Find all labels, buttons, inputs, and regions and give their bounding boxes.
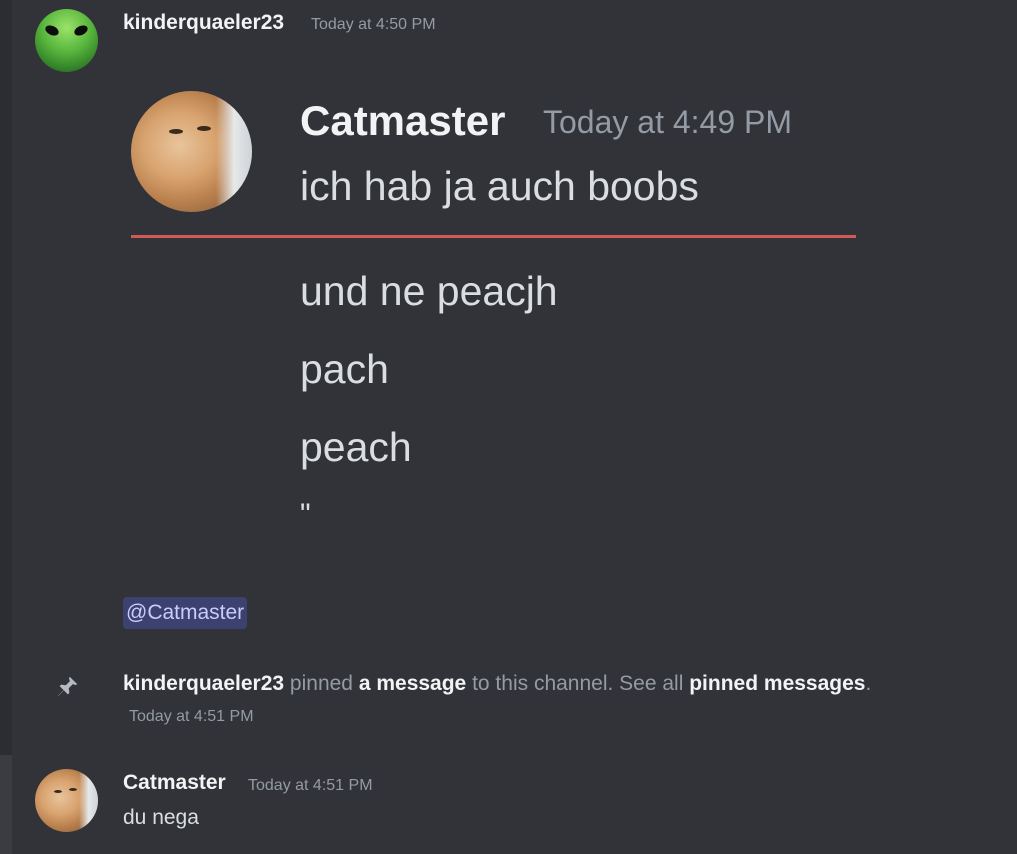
message-author[interactable]: Catmaster xyxy=(123,771,226,795)
embedded-line: peach xyxy=(300,424,412,470)
embedded-line: und ne peacjh xyxy=(300,268,558,314)
avatar-eye xyxy=(197,126,211,131)
new-messages-divider xyxy=(131,235,856,238)
avatar-background xyxy=(79,769,98,832)
message-timestamp: Today at 4:51 PM xyxy=(248,777,373,794)
avatar-eye xyxy=(54,790,62,793)
embedded-avatar xyxy=(131,91,252,212)
pinned-messages-link[interactable]: pinned messages xyxy=(689,672,865,695)
avatar-eye xyxy=(72,23,90,38)
embedded-timestamp: Today at 4:49 PM xyxy=(543,104,793,140)
message-author[interactable]: kinderquaeler23 xyxy=(123,11,284,35)
user-mention[interactable]: @Catmaster xyxy=(123,597,248,629)
pin-text: . xyxy=(865,672,872,695)
embedded-line: ich hab ja auch boobs xyxy=(300,163,699,209)
pin-timestamp: Today at 4:51 PM xyxy=(129,708,254,725)
message-timestamp: Today at 4:50 PM xyxy=(311,16,436,33)
avatar-eye xyxy=(169,129,183,134)
pin-notice: kinderquaeler23 pinned a message to this… xyxy=(123,672,871,696)
hover-highlight xyxy=(0,755,12,854)
avatar-background xyxy=(215,91,252,212)
embedded-line: " xyxy=(300,498,311,531)
user-avatar[interactable] xyxy=(35,9,98,72)
pin-icon xyxy=(58,676,78,696)
message-text: du nega xyxy=(123,806,199,829)
embedded-author: Catmaster xyxy=(300,97,506,144)
pin-text: pinned xyxy=(284,672,359,695)
pinned-message-link[interactable]: a message xyxy=(359,672,466,695)
avatar-eye xyxy=(43,23,61,38)
avatar-eye xyxy=(69,788,77,791)
pin-text: to this channel. See all xyxy=(466,672,690,695)
left-gutter xyxy=(0,0,12,854)
embedded-line: pach xyxy=(300,346,389,392)
user-avatar[interactable] xyxy=(35,769,98,832)
pin-actor[interactable]: kinderquaeler23 xyxy=(123,672,284,695)
